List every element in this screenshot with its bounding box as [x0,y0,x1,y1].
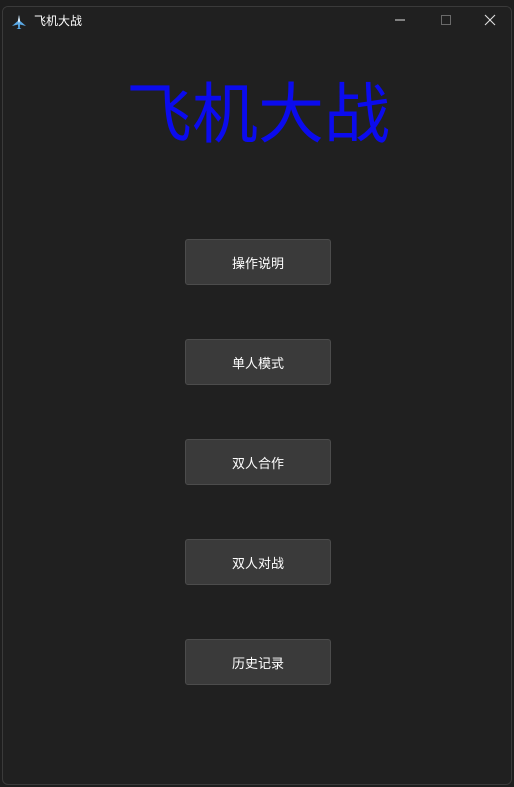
two-player-versus-button[interactable]: 双人对战 [185,539,331,585]
minimize-button[interactable] [377,7,423,37]
instructions-button[interactable]: 操作说明 [185,239,331,285]
maximize-button[interactable] [423,7,469,37]
window-title: 飞机大战 [34,14,83,28]
minimize-icon [394,13,406,31]
plane-app-icon [11,14,27,30]
history-button[interactable]: 历史记录 [185,639,331,685]
two-player-coop-button[interactable]: 双人合作 [185,439,331,485]
close-icon [484,13,496,31]
game-title: 飞机大战 [126,76,390,153]
maximize-icon [440,13,452,31]
close-button[interactable] [467,7,511,37]
app-window: 飞机大战 飞机大战 操作说明 单人模式 双人合作 双人对战 历史记录 [2,6,512,785]
title-bar[interactable]: 飞机大战 [3,7,511,37]
single-player-button[interactable]: 单人模式 [185,339,331,385]
